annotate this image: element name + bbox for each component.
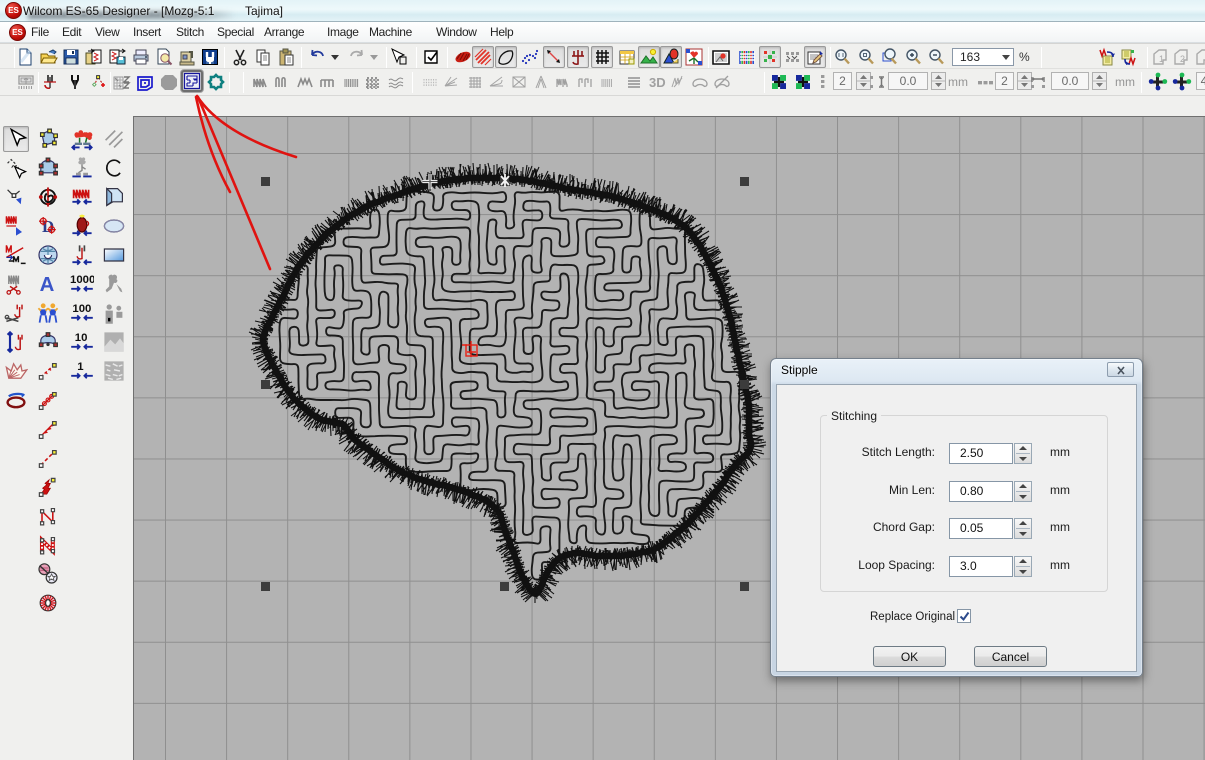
svg-text:1: 1 [1159, 54, 1164, 64]
svg-text:A: A [40, 274, 55, 296]
svg-text:10: 10 [75, 332, 88, 344]
svg-text:100: 100 [72, 303, 91, 315]
svg-text:1: 1 [77, 361, 84, 373]
svg-text:1000: 1000 [70, 274, 94, 286]
svg-text:3D: 3D [649, 75, 666, 90]
svg-text:2: 2 [1180, 54, 1185, 64]
